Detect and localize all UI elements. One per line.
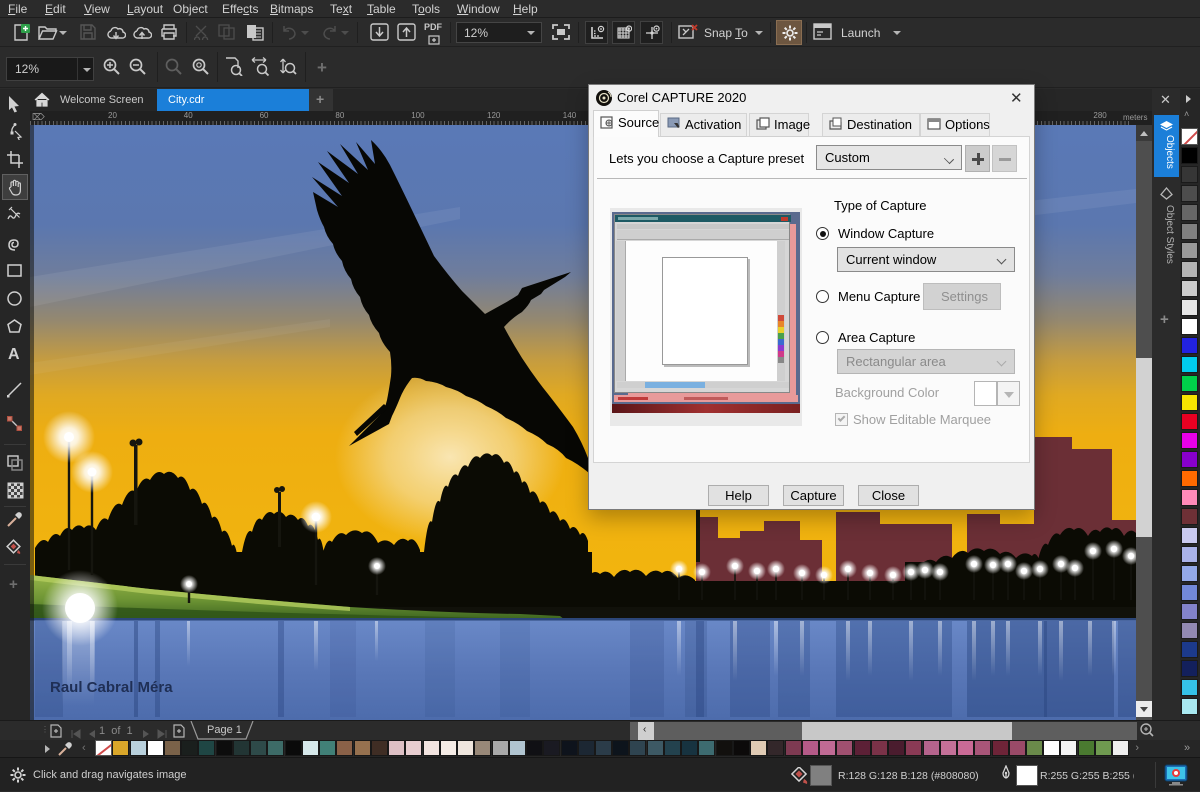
svg-text:Raul Cabral Méra: Raul Cabral Méra <box>50 679 173 696</box>
